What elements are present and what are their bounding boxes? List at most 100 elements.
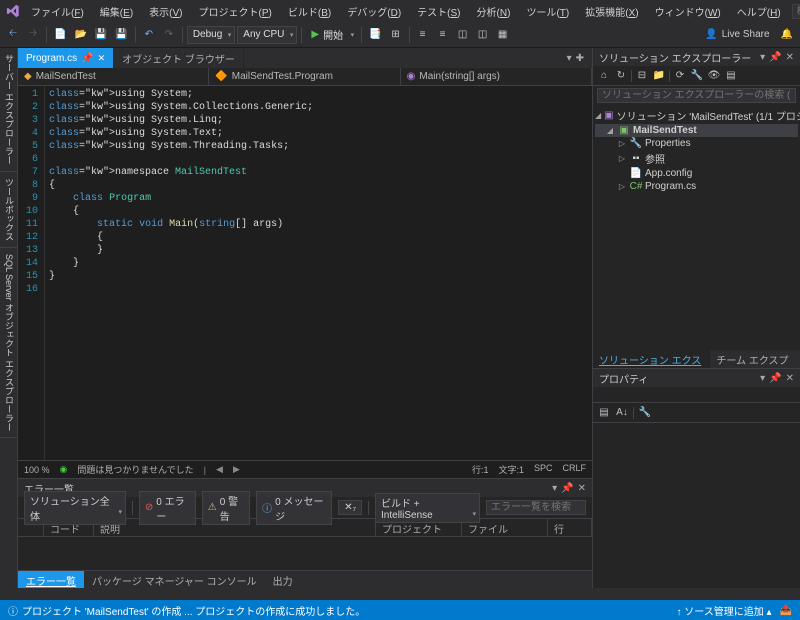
panel-dropdown-icon[interactable]: ▾ (760, 52, 765, 63)
toolbar-btn-7[interactable]: ▦ (494, 25, 512, 45)
prop-wrench-icon[interactable]: 🔧 (638, 406, 652, 420)
menu-project[interactable]: プロジェクト(P) (194, 1, 277, 22)
line-number-gutter: 1 2 3 4 5 6 7 8 9 10 11 12 13 14 15 16 (18, 86, 45, 460)
save-button[interactable]: 💾 (92, 25, 110, 45)
properties-grid[interactable] (593, 423, 800, 588)
notifications-button[interactable]: 🔔 (778, 25, 796, 45)
references-node[interactable]: ▷ ▪▪ 参照 (595, 150, 798, 167)
menu-tools[interactable]: ツール(T) (521, 1, 574, 22)
bottom-tab-output[interactable]: 出力 (265, 571, 301, 588)
properties-node[interactable]: ▷ 🔧 Properties (595, 137, 798, 150)
menu-build[interactable]: ビルド(B) (283, 1, 336, 22)
solution-node[interactable]: ◢ ▣ ソリューション 'MailSendTest' (1/1 プロジェクト) (595, 107, 798, 124)
col-desc[interactable]: 説明 (94, 519, 376, 536)
build-source-dropdown[interactable]: ビルド + IntelliSense (375, 493, 480, 523)
undo-button[interactable]: ↶ (140, 25, 158, 45)
bottom-tab-pkgmgr[interactable]: パッケージ マネージャー コンソール (84, 571, 265, 588)
menu-edit[interactable]: 編集(E) (95, 1, 138, 22)
new-file-button[interactable]: 📄 (51, 25, 69, 45)
toolbar-btn-6[interactable]: ◫ (474, 25, 492, 45)
chevron-left-icon[interactable]: ◀ (216, 464, 223, 475)
menu-view[interactable]: 表示(V) (144, 1, 187, 22)
toolbox-tab[interactable]: ツールボックス (0, 172, 17, 248)
project-node[interactable]: ◢ ▣ MailSendTest (595, 124, 798, 137)
alpha-icon[interactable]: A↓ (615, 406, 629, 420)
appconfig-node[interactable]: 📄 App.config (595, 167, 798, 180)
sql-explorer-tab[interactable]: SQL Server オブジェクト エクスプローラー (0, 248, 17, 439)
platform-dropdown[interactable]: Any CPU (237, 26, 297, 44)
show-all-icon[interactable]: 📁 (652, 69, 666, 83)
redo-button[interactable]: ↷ (160, 25, 178, 45)
close-icon[interactable]: ✕ (578, 483, 586, 494)
chevron-right-icon[interactable]: ▶ (233, 464, 240, 475)
nav-project-dropdown[interactable]: ◆ MailSendTest (18, 68, 209, 85)
zoom-level[interactable]: 100 % (24, 465, 50, 475)
refresh-icon[interactable]: ⟳ (673, 69, 687, 83)
editor-tabs: Program.cs 📌 ✕ オブジェクト ブラウザー ▾ ✚ (18, 48, 592, 68)
indent-mode[interactable]: SPC (534, 463, 553, 476)
start-debug-button[interactable]: ▶ 開始 (306, 25, 357, 45)
close-icon[interactable]: ✕ (786, 373, 794, 384)
editor-tab-program[interactable]: Program.cs 📌 ✕ (18, 48, 114, 68)
solution-search[interactable] (597, 88, 796, 103)
pin-icon[interactable]: 📌 (769, 373, 781, 384)
programcs-node[interactable]: ▷ C# Program.cs (595, 180, 798, 193)
editor-tab-objbrowser[interactable]: オブジェクト ブラウザー (114, 48, 244, 68)
close-tab-icon[interactable]: ✕ (98, 53, 106, 64)
nav-class-dropdown[interactable]: 🔶 MailSendTest.Program (209, 68, 400, 85)
nav-forward-button[interactable]: 🡢 (24, 25, 42, 45)
solexp-tab-team[interactable]: チーム エクスプローラー (710, 350, 800, 368)
pin-icon[interactable]: 📌 (769, 52, 781, 63)
toolbar-btn-3[interactable]: ≡ (414, 25, 432, 45)
menu-window[interactable]: ウィンドウ(W) (650, 1, 726, 22)
se-icon-1[interactable]: ▤ (724, 69, 738, 83)
solexp-tab-solution[interactable]: ソリューション エクスプローラー (593, 350, 710, 368)
eol-mode[interactable]: CRLF (562, 463, 586, 476)
menu-extensions[interactable]: 拡張機能(X) (580, 1, 643, 22)
liveshare-button[interactable]: 👤 Live Share (699, 29, 775, 40)
server-explorer-tab[interactable]: サーバー エクスプローラー (0, 48, 17, 172)
menu-help[interactable]: ヘルプ(H) (732, 1, 786, 22)
pin-icon[interactable]: 📌 (561, 483, 573, 494)
nav-back-button[interactable]: 🡠 (4, 25, 22, 45)
panel-dropdown-icon[interactable]: ▾ (760, 373, 765, 384)
toolbar-btn-2[interactable]: ⊞ (387, 25, 405, 45)
solution-tree[interactable]: ◢ ▣ ソリューション 'MailSendTest' (1/1 プロジェクト) … (593, 105, 800, 350)
bottom-tab-errors[interactable]: エラー一覧 (18, 571, 84, 588)
toolbar-btn-4[interactable]: ≡ (434, 25, 452, 45)
col-line[interactable]: 行 (548, 519, 592, 536)
code-editor[interactable]: 1 2 3 4 5 6 7 8 9 10 11 12 13 14 15 16 c… (18, 86, 592, 460)
error-search[interactable] (486, 500, 586, 515)
properties-object-dropdown[interactable] (593, 387, 800, 403)
nav-method-dropdown[interactable]: ◉ Main(string[] args) (401, 68, 592, 85)
menu-test[interactable]: テスト(S) (412, 1, 465, 22)
warning-icon: ⚠ (208, 502, 217, 513)
issues-status: 問題は見つかりませんでした (77, 463, 193, 476)
pin-icon[interactable]: 📌 (81, 53, 93, 64)
close-icon[interactable]: ✕ (786, 52, 794, 63)
code-content[interactable]: class="kw">using System; class="kw">usin… (45, 86, 592, 460)
editor-status-bar: 100 % ◉ 問題は見つかりませんでした | ◀ ▶ 行:1 文字:1 SPC… (18, 460, 592, 478)
toolbar-btn-1[interactable]: 📑 (366, 25, 384, 45)
vs-logo-icon (6, 3, 20, 19)
scm-add-button[interactable]: ↑ ソース管理に追加 ▴ (676, 603, 771, 618)
properties-icon[interactable]: 🔧 (690, 69, 704, 83)
menu-file[interactable]: ファイル(F) (26, 1, 89, 22)
menu-analyze[interactable]: 分析(N) (472, 1, 516, 22)
open-file-button[interactable]: 📂 (71, 25, 89, 45)
quicklaunch-search[interactable] (792, 4, 800, 19)
sync-icon[interactable]: ↻ (614, 69, 628, 83)
toolbar-btn-5[interactable]: ◫ (454, 25, 472, 45)
clear-filter[interactable]: ✕₇ (338, 500, 362, 515)
publish-icon[interactable]: 📤 (780, 605, 792, 616)
save-all-button[interactable]: 💾 (112, 25, 130, 45)
error-scope-dropdown[interactable]: ソリューション全体 (24, 491, 126, 525)
panel-dropdown-icon[interactable]: ▾ (552, 483, 557, 494)
preview-icon[interactable]: 👁 (707, 69, 721, 83)
categorized-icon[interactable]: ▤ (597, 406, 611, 420)
home-icon[interactable]: ⌂ (597, 69, 611, 83)
collapse-icon[interactable]: ⊟ (635, 69, 649, 83)
config-dropdown[interactable]: Debug (187, 26, 235, 44)
new-split-icon[interactable]: ✚ (572, 53, 588, 64)
menu-debug[interactable]: デバッグ(D) (342, 1, 406, 22)
